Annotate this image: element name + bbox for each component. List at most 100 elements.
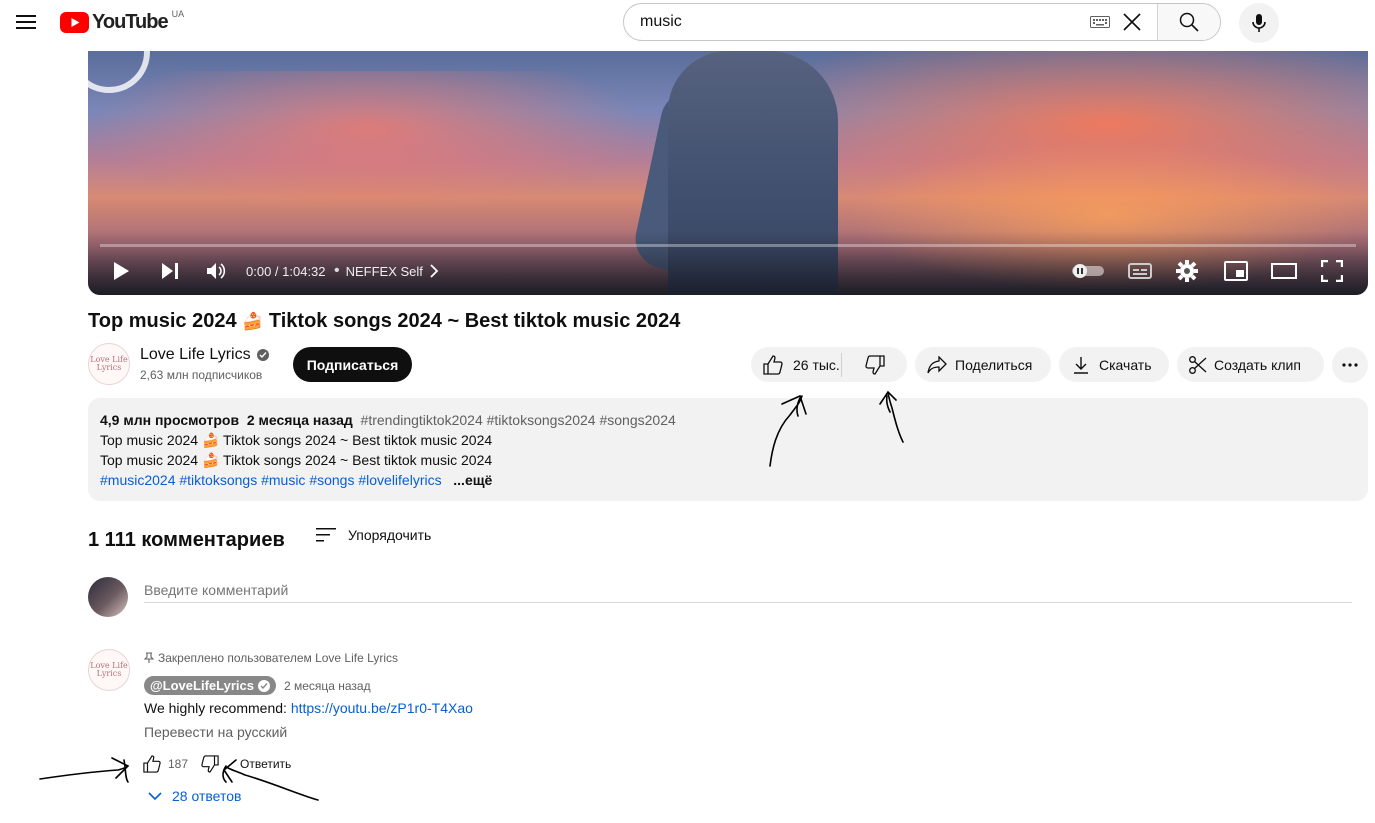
theater-mode-icon	[1271, 263, 1297, 279]
next-icon	[162, 263, 178, 279]
pinned-indicator: Закреплено пользователем Love Life Lyric…	[144, 651, 398, 665]
cake-icon: 🍰	[201, 432, 220, 448]
channel-avatar[interactable]: Love Life Lyrics	[88, 343, 130, 385]
guide-menu-button[interactable]	[8, 4, 44, 40]
chevron-down-icon	[148, 792, 162, 801]
description-text: Top music 2024	[100, 452, 199, 468]
description-line: Top music 2024 🍰 Tiktok songs 2024 ~ Bes…	[100, 430, 1356, 450]
miniplayer-icon	[1224, 261, 1248, 281]
description-line: #music2024 #tiktoksongs #music #songs #l…	[100, 470, 1356, 490]
chapter-button[interactable]: • NEFFEX Self	[334, 258, 439, 284]
subscribe-button[interactable]: Подписаться	[293, 347, 412, 382]
keyboard-icon[interactable]	[1089, 16, 1111, 28]
current-user-avatar[interactable]	[88, 577, 128, 617]
pinned-label: Закреплено пользователем Love Life Lyric…	[158, 651, 399, 665]
play-button[interactable]	[112, 258, 130, 284]
subtitles-icon	[1128, 263, 1152, 279]
reply-button[interactable]: Ответить	[240, 757, 291, 771]
more-horizontal-icon	[1342, 363, 1358, 367]
volume-button[interactable]	[206, 258, 228, 284]
comment-text: We highly recommend: https://youtu.be/zP…	[144, 700, 473, 716]
share-button[interactable]: Поделиться	[915, 347, 1051, 382]
description-text: Tiktok songs 2024 ~ Best tiktok music 20…	[223, 432, 493, 448]
share-label: Поделиться	[955, 356, 1033, 373]
channel-name-link[interactable]: Love Life Lyrics	[140, 346, 269, 364]
subtitles-button[interactable]	[1128, 258, 1152, 284]
download-icon	[1074, 356, 1088, 374]
sort-icon	[316, 528, 336, 542]
next-button[interactable]	[160, 258, 180, 284]
logo-wordmark: YouTube	[92, 11, 169, 33]
volume-icon	[207, 263, 226, 279]
upload-date: 2 месяца назад	[246, 412, 353, 428]
scissors-icon	[1189, 355, 1207, 374]
subscriber-count: 2,63 млн подписчиков	[140, 368, 263, 382]
pin-icon	[144, 652, 154, 663]
chapter-title: NEFFEX Self	[345, 263, 423, 279]
view-count: 4,9 млн просмотров	[100, 412, 240, 428]
video-title-part: Tiktok songs 2024 ~ Best tiktok music 20…	[268, 310, 681, 332]
description-hashtags[interactable]: #music2024 #tiktoksongs #music #songs #l…	[100, 472, 442, 488]
comment-link[interactable]: https://youtu.be/zP1r0-T4Xao	[291, 700, 473, 716]
country-code: UA	[171, 9, 185, 19]
like-count: 26 тыс.	[793, 356, 840, 373]
comments-count: 1 111 комментариев	[88, 529, 285, 551]
add-comment-input[interactable]	[144, 578, 1352, 603]
video-title: Top music 2024 🍰 Tiktok songs 2024 ~ Bes…	[88, 310, 680, 333]
comment-author-badge[interactable]: @LoveLifeLyrics	[144, 676, 276, 695]
search-box	[623, 3, 1221, 41]
create-clip-button[interactable]: Создать клип	[1177, 347, 1324, 382]
voice-search-button[interactable]	[1239, 3, 1279, 43]
search-icon	[1179, 12, 1199, 32]
thumbs-up-icon	[763, 354, 783, 375]
autoplay-toggle-icon	[1072, 264, 1104, 278]
clear-search-icon[interactable]	[1117, 12, 1147, 32]
cake-icon: 🍰	[201, 452, 220, 468]
youtube-play-logo-icon	[60, 12, 89, 33]
play-icon	[114, 262, 129, 280]
like-dislike-group: 26 тыс.	[751, 347, 907, 382]
download-button[interactable]: Скачать	[1059, 347, 1169, 382]
fullscreen-button[interactable]	[1321, 258, 1343, 284]
microphone-icon	[1252, 14, 1266, 32]
video-frame-cloud	[88, 71, 648, 211]
fullscreen-icon	[1321, 260, 1343, 282]
autoplay-toggle[interactable]	[1070, 258, 1106, 284]
thumbs-down-icon	[201, 755, 219, 773]
theater-mode-button[interactable]	[1271, 258, 1297, 284]
description-meta-line: 4,9 млн просмотров 2 месяца назад #trend…	[100, 410, 1356, 430]
search-button[interactable]	[1157, 4, 1220, 40]
comment-like-button[interactable]	[140, 752, 164, 776]
search-input[interactable]	[624, 4, 1089, 40]
video-description[interactable]: 4,9 млн просмотров 2 месяца назад #trend…	[88, 398, 1368, 501]
comment-dislike-button[interactable]	[198, 752, 222, 776]
sort-comments-button[interactable]: Упорядочить	[316, 527, 431, 543]
verified-badge-icon	[256, 349, 269, 361]
download-label: Скачать	[1099, 356, 1152, 373]
channel-name: Love Life Lyrics	[140, 346, 251, 363]
comment-like-count: 187	[168, 757, 189, 771]
like-button[interactable]: 26 тыс.	[751, 352, 842, 377]
more-actions-button[interactable]	[1332, 347, 1368, 383]
comment-actions: 187 Ответить	[140, 752, 291, 776]
comment-timestamp[interactable]: 2 месяца назад	[284, 679, 371, 693]
sort-label: Упорядочить	[348, 527, 432, 543]
miniplayer-button[interactable]	[1224, 258, 1248, 284]
verified-badge-icon	[257, 679, 270, 692]
progress-bar[interactable]	[100, 244, 1356, 247]
description-line: Top music 2024 🍰 Tiktok songs 2024 ~ Bes…	[100, 450, 1356, 470]
description-tags[interactable]: #trendingtiktok2024 #tiktoksongs2024 #so…	[361, 412, 676, 428]
chevron-right-icon	[430, 264, 439, 278]
annotation-arrow	[39, 757, 130, 783]
youtube-logo[interactable]: YouTube UA	[60, 9, 185, 34]
replies-label: 28 ответов	[172, 788, 242, 804]
dislike-button[interactable]	[842, 347, 907, 382]
video-player[interactable]: 0:00 / 1:04:32 • NEFFEX Self	[88, 51, 1368, 295]
show-more-button[interactable]: ...ещё	[453, 472, 492, 488]
comment-author-avatar[interactable]: Love Life Lyrics	[88, 649, 130, 691]
translate-button[interactable]: Перевести на русский	[144, 724, 287, 740]
show-replies-button[interactable]: 28 ответов	[148, 788, 241, 804]
settings-button[interactable]	[1176, 258, 1198, 284]
hamburger-menu-icon	[16, 15, 36, 29]
create-clip-label: Создать клип	[1214, 356, 1301, 373]
